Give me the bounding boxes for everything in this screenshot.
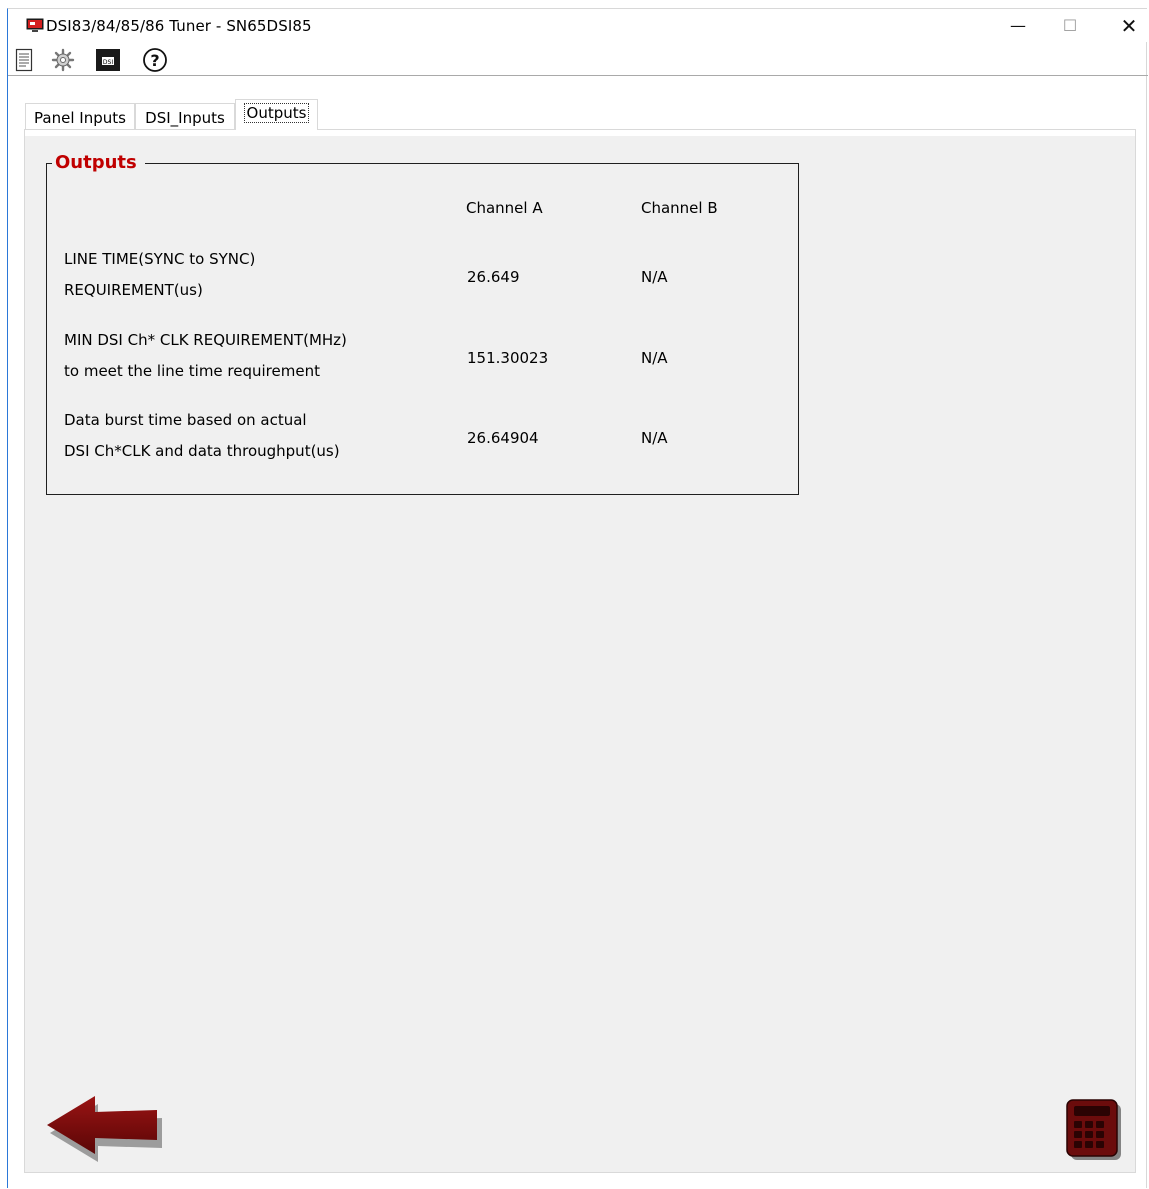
- close-icon: ✕: [1120, 13, 1138, 38]
- app-icon: [26, 18, 44, 32]
- outputs-group-box: Outputs Channel A Channel B LINE TIME(SY…: [46, 152, 799, 495]
- channel-a-header: Channel A: [466, 199, 543, 217]
- tab-label: DSI_Inputs: [145, 109, 225, 127]
- line-time-label: LINE TIME(SYNC to SYNC) REQUIREMENT(us): [64, 244, 255, 306]
- minimize-button[interactable]: —: [995, 9, 1041, 42]
- document-icon: [15, 48, 33, 72]
- svg-text:DSI: DSI: [103, 59, 113, 66]
- row-label-line: Data burst time based on actual: [64, 411, 307, 429]
- tab-label: Outputs: [243, 103, 310, 123]
- title-bar: DSI83/84/85/86 Tuner - SN65DSI85 — ☐ ✕: [8, 9, 1148, 42]
- back-button[interactable]: [45, 1092, 163, 1162]
- new-document-button[interactable]: [11, 47, 37, 73]
- tab-page-header-strip: [25, 130, 1135, 136]
- minimize-icon: —: [1010, 16, 1026, 35]
- row-label-line: to meet the line time requirement: [64, 362, 320, 380]
- calculate-button[interactable]: [1065, 1098, 1125, 1162]
- gear-icon: [51, 48, 75, 72]
- calculator-icon: [1066, 1099, 1121, 1160]
- min-dsi-clk-channel-b-value: N/A: [641, 349, 668, 367]
- dsi-button[interactable]: DSI: [95, 47, 121, 73]
- line-time-channel-a-value: 26.649: [467, 268, 520, 286]
- application-window: DSI83/84/85/86 Tuner - SN65DSI85 — ☐ ✕ D…: [7, 8, 1148, 1188]
- tab-label: Panel Inputs: [34, 109, 126, 127]
- row-label-line: REQUIREMENT(us): [64, 281, 203, 299]
- svg-text:?: ?: [150, 51, 159, 70]
- help-button[interactable]: ?: [142, 47, 168, 73]
- settings-button[interactable]: [50, 47, 76, 73]
- dsi-icon: DSI: [96, 49, 120, 71]
- data-burst-time-channel-a-value: 26.64904: [467, 429, 539, 447]
- row-label-line: MIN DSI Ch* CLK REQUIREMENT(MHz): [64, 331, 347, 349]
- window-title: DSI83/84/85/86 Tuner - SN65DSI85: [46, 17, 312, 35]
- outputs-group-title: Outputs: [52, 152, 145, 173]
- close-button[interactable]: ✕: [1106, 9, 1149, 42]
- tab-dsi-inputs[interactable]: DSI_Inputs: [135, 103, 235, 129]
- back-arrow-icon: [47, 1096, 162, 1162]
- min-dsi-clk-channel-a-value: 151.30023: [467, 349, 549, 367]
- maximize-button[interactable]: ☐: [1047, 9, 1093, 42]
- channel-b-header: Channel B: [641, 199, 718, 217]
- row-label-line: LINE TIME(SYNC to SYNC): [64, 250, 256, 268]
- row-label-line: DSI Ch*CLK and data throughput(us): [64, 442, 340, 460]
- toolbar: DSI ?: [8, 42, 1148, 76]
- tab-outputs[interactable]: Outputs: [235, 99, 318, 130]
- tab-panel-inputs[interactable]: Panel Inputs: [25, 103, 135, 129]
- help-icon: ?: [143, 48, 167, 72]
- line-time-channel-b-value: N/A: [641, 268, 668, 286]
- min-dsi-clk-label: MIN DSI Ch* CLK REQUIREMENT(MHz) to meet…: [64, 325, 347, 387]
- outputs-tab-page: Outputs Channel A Channel B LINE TIME(SY…: [24, 129, 1136, 1173]
- maximize-icon: ☐: [1062, 16, 1078, 35]
- toolbar-separator: [8, 75, 1148, 76]
- data-burst-time-label: Data burst time based on actual DSI Ch*C…: [64, 405, 340, 467]
- data-burst-time-channel-b-value: N/A: [641, 429, 668, 447]
